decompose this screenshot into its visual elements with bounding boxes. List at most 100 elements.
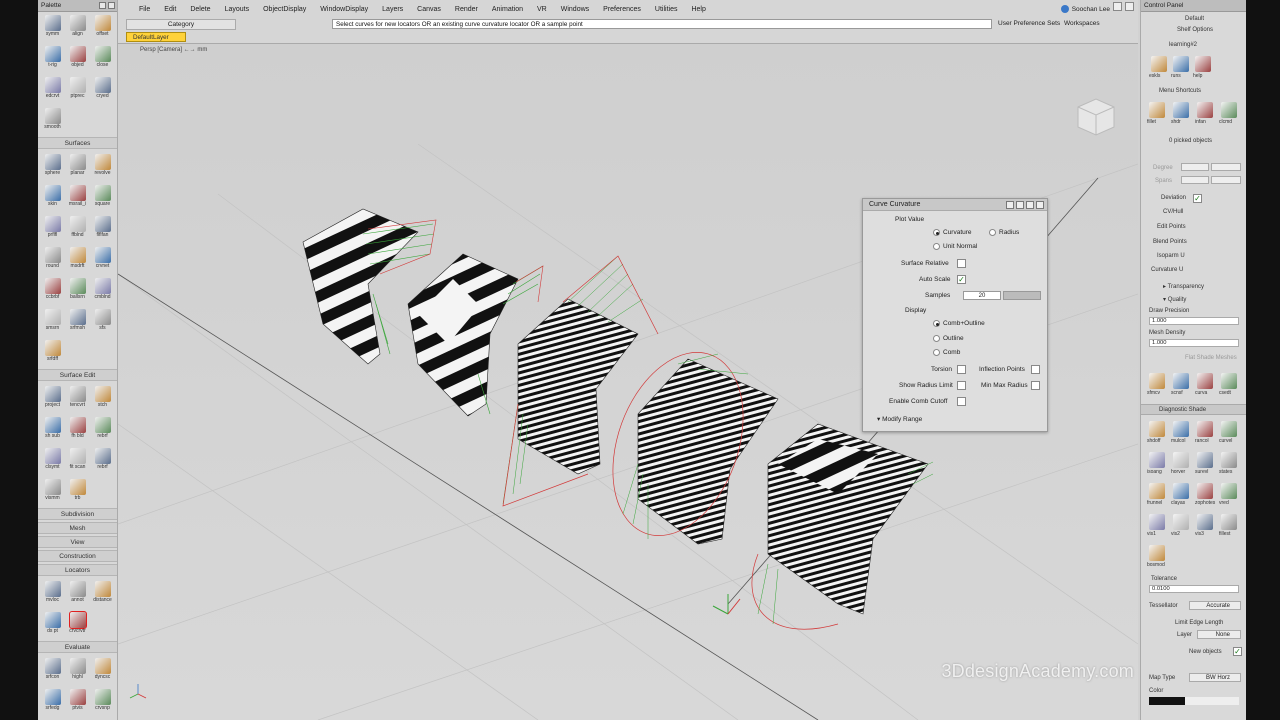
layer-dropdown[interactable]: None (1197, 630, 1241, 639)
tool-flflfan[interactable]: flflfan (92, 213, 114, 243)
menu-animation[interactable]: Animation (485, 4, 530, 16)
tool-revolve[interactable]: revolve (92, 151, 114, 181)
tool-rebrf[interactable]: rebrf (92, 445, 114, 475)
minimize-icon[interactable] (1113, 2, 1122, 11)
tool-fit-scan[interactable]: fit scan (67, 445, 89, 475)
user-preference-sets-menu[interactable]: User Preference Sets (998, 20, 1060, 27)
vred-icon[interactable] (1221, 483, 1237, 499)
tool-distance[interactable]: distance (92, 578, 114, 608)
tool-sphere[interactable]: sphere (42, 151, 64, 181)
zophotes-icon[interactable] (1197, 483, 1213, 499)
enable-comb-cutoff-checkbox[interactable] (957, 397, 966, 406)
runs-icon[interactable] (1173, 56, 1189, 72)
tool-sfs[interactable]: sfs (92, 306, 114, 336)
tool-crvcrvtr[interactable]: crvcrvtr (67, 609, 89, 639)
tool-tencvrt[interactable]: tencvrt (67, 383, 89, 413)
dialog-collapse-icon[interactable] (1026, 201, 1034, 209)
subdivision-section-header[interactable]: Subdivision (38, 508, 117, 520)
tool-ffblnd[interactable]: ffblnd (67, 213, 89, 243)
curva-icon[interactable] (1197, 373, 1213, 389)
spans-input[interactable] (1181, 176, 1209, 184)
tool-msrail_i[interactable]: msrail_i (67, 182, 89, 212)
outline-radio[interactable]: Outline (933, 335, 964, 342)
tool-clsymt[interactable]: clsymt (42, 445, 64, 475)
default-layer-button[interactable]: DefaultLayer (126, 32, 186, 42)
show-radius-limit-checkbox[interactable] (957, 381, 966, 390)
eskls-icon[interactable] (1151, 56, 1167, 72)
menu-preferences[interactable]: Preferences (596, 4, 648, 16)
menu-vr[interactable]: VR (530, 4, 554, 16)
tool-offset[interactable]: offset (92, 12, 114, 42)
tessellator-dropdown[interactable]: Accurate (1189, 601, 1241, 610)
fillet-icon[interactable] (1149, 102, 1165, 118)
tool-ds-pt[interactable]: ds pt (42, 609, 64, 639)
samples-input[interactable]: 20 (963, 291, 1001, 300)
tool-srfmsh[interactable]: srfmsh (67, 306, 89, 336)
tool-cmblnd[interactable]: cmblnd (92, 275, 114, 305)
tool-t-rig[interactable]: t-rig (42, 43, 64, 73)
curvature-radio[interactable]: Curvature (933, 229, 972, 236)
tool-trb[interactable]: trb (67, 476, 89, 506)
bosmod-icon[interactable] (1149, 545, 1165, 561)
menu-canvas[interactable]: Canvas (410, 4, 448, 16)
mesh-density-input[interactable]: 1.000 (1149, 339, 1239, 347)
tool-crvsnp[interactable]: crvsnp (92, 686, 114, 716)
mesh-section-header[interactable]: Mesh (38, 522, 117, 534)
tool-align[interactable]: align (67, 12, 89, 42)
min-max-radius-checkbox[interactable] (1031, 381, 1040, 390)
tool-smsrn[interactable]: smsrn (42, 306, 64, 336)
menu-objectdisplay[interactable]: ObjectDisplay (256, 4, 313, 16)
surfaces-section-header[interactable]: Surfaces (38, 137, 117, 149)
tool-fh-bld[interactable]: fh bld (67, 414, 89, 444)
fillest-icon[interactable] (1221, 514, 1237, 530)
tool-highl[interactable]: highl (67, 655, 89, 685)
tool-smooth[interactable]: smooth (42, 105, 64, 135)
category-dropdown[interactable]: Category (126, 18, 236, 30)
new-objects-checkbox[interactable]: ✓ (1233, 647, 1242, 656)
tool-mvloc[interactable]: mvloc (42, 578, 64, 608)
shdoff-icon[interactable] (1149, 421, 1165, 437)
tool-objed[interactable]: objed (67, 43, 89, 73)
unit-normal-radio[interactable]: Unit Normal (933, 243, 977, 250)
modify-range-section[interactable]: ▾ Modify Range (877, 415, 922, 423)
tool-sh-sub[interactable]: sh sub (42, 414, 64, 444)
states-icon[interactable] (1221, 452, 1237, 468)
menu-edit[interactable]: Edit (157, 4, 183, 16)
tool-project[interactable]: project (42, 383, 64, 413)
tool-annot[interactable]: annot (67, 578, 89, 608)
menu-file[interactable]: File (132, 4, 157, 16)
tool-ptvis[interactable]: ptvis (67, 686, 89, 716)
spans-input-2[interactable] (1211, 176, 1241, 184)
csedt-icon[interactable] (1221, 373, 1237, 389)
tool-ballsrn[interactable]: ballsrn (67, 275, 89, 305)
transparency-section[interactable]: ▸ Transparency (1163, 283, 1204, 290)
menu-help[interactable]: Help (684, 4, 712, 16)
shelf-options-button[interactable]: Shelf Options (1177, 27, 1213, 33)
tool-stch[interactable]: stch (92, 383, 114, 413)
view-section-header[interactable]: View (38, 536, 117, 548)
tool-cryed[interactable]: cryed (92, 74, 114, 104)
palette-float-icon[interactable] (99, 2, 106, 9)
infan-icon[interactable] (1197, 102, 1213, 118)
tool-edcrvt[interactable]: edcrvt (42, 74, 64, 104)
surface-relative-checkbox[interactable] (957, 259, 966, 268)
menu-layers[interactable]: Layers (375, 4, 410, 16)
torsion-checkbox[interactable] (957, 365, 966, 374)
map-type-dropdown[interactable]: BW Horz (1189, 673, 1241, 682)
rancol-icon[interactable] (1197, 421, 1213, 437)
mulcol-icon[interactable] (1173, 421, 1189, 437)
tool-vismm[interactable]: vismm (42, 476, 64, 506)
tool-symm[interactable]: symm (42, 12, 64, 42)
comb-radio[interactable]: Comb (933, 349, 960, 356)
tool-dyncsc[interactable]: dyncsc (92, 655, 114, 685)
tool-rebrf[interactable]: rebrf (92, 414, 114, 444)
menu-windows[interactable]: Windows (554, 4, 596, 16)
draw-precision-input[interactable]: 1.000 (1149, 317, 1239, 325)
menu-layouts[interactable]: Layouts (218, 4, 257, 16)
tool-srfcon[interactable]: srfcon (42, 655, 64, 685)
tool-crvnet[interactable]: crvnet (92, 244, 114, 274)
frunnel-icon[interactable] (1149, 483, 1165, 499)
menu-utilities[interactable]: Utilities (648, 4, 685, 16)
menu-render[interactable]: Render (448, 4, 485, 16)
shdr-icon[interactable] (1173, 102, 1189, 118)
